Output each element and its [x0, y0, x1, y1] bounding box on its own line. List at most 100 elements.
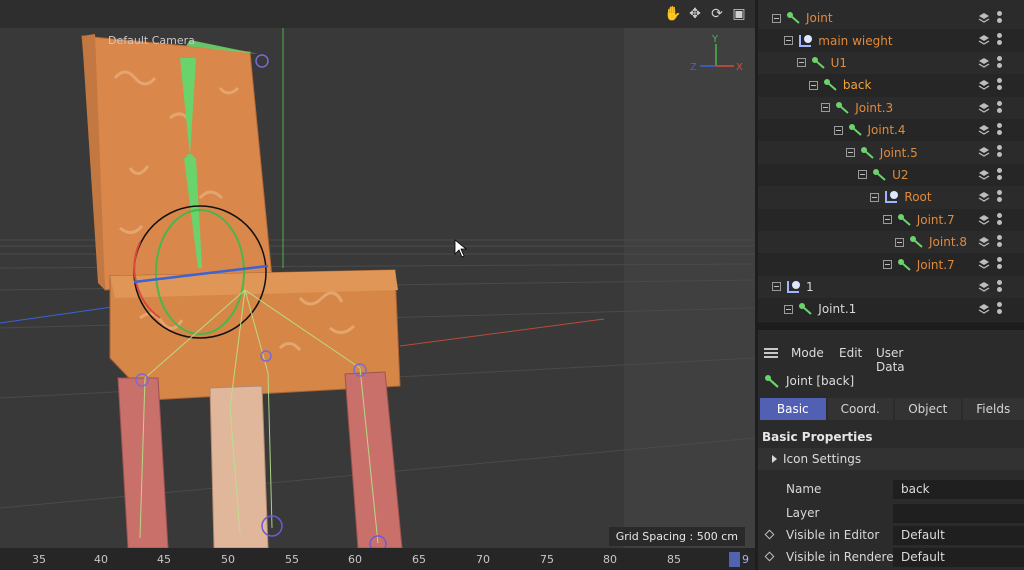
layer-stack-icon[interactable] — [978, 79, 990, 91]
joint-icon — [799, 303, 812, 316]
tree-row[interactable]: Joint — [758, 7, 1024, 29]
object-manager[interactable]: Joint main wieght U1 back Joint.3 Joint.4 Join… — [758, 0, 1024, 322]
collapse-toggle-icon[interactable] — [870, 192, 880, 202]
layer-stack-icon[interactable] — [978, 102, 990, 114]
hand-pan-icon[interactable]: ✋ — [664, 6, 681, 22]
collapse-toggle-icon[interactable] — [833, 125, 843, 135]
layer-stack-icon[interactable] — [978, 34, 990, 46]
layer-stack-icon[interactable] — [978, 303, 990, 315]
tree-item-label: back — [842, 78, 872, 93]
menu-user-data[interactable]: User Data — [876, 346, 905, 374]
visibility-dots-icon[interactable] — [996, 11, 1003, 25]
tab-basic[interactable]: Basic — [760, 398, 826, 420]
menu-edit[interactable]: Edit — [839, 346, 862, 360]
visibility-dots-icon[interactable] — [996, 257, 1003, 271]
world-x-axis — [399, 318, 605, 347]
menu-mode[interactable]: Mode — [791, 346, 824, 360]
tree-row[interactable]: Joint.5 — [758, 141, 1024, 163]
visibility-dots-icon[interactable] — [996, 145, 1003, 159]
visibility-dots-icon[interactable] — [996, 302, 1003, 316]
tree-node: main wieght — [784, 30, 893, 52]
tab-object[interactable]: Object — [895, 398, 961, 420]
layer-stack-icon[interactable] — [978, 191, 990, 203]
collapse-toggle-icon[interactable] — [821, 103, 831, 113]
layer-stack-icon[interactable] — [978, 12, 990, 24]
layer-stack-icon[interactable] — [978, 57, 990, 69]
visible-renderer-select[interactable]: Default — [893, 547, 1024, 567]
hamburger-menu-icon[interactable] — [764, 348, 778, 358]
visibility-dots-icon[interactable] — [996, 33, 1003, 47]
collapse-toggle-icon[interactable] — [784, 304, 794, 314]
visibility-dots-icon[interactable] — [996, 78, 1003, 92]
expand-triangle-icon[interactable] — [772, 455, 777, 463]
tree-row[interactable]: Joint.4 — [758, 119, 1024, 142]
layer-stack-icon[interactable] — [978, 146, 990, 158]
timeline-ruler[interactable]: 35 40 45 50 55 60 65 70 75 80 85 9 — [0, 548, 755, 570]
tab-coord[interactable]: Coord. — [827, 398, 893, 420]
visibility-dots-icon[interactable] — [996, 55, 1003, 70]
tree-node: Root — [870, 186, 932, 208]
timeline-tick: 60 — [348, 553, 362, 566]
collapse-toggle-icon[interactable] — [772, 13, 781, 23]
layer-stack-icon[interactable] — [978, 258, 990, 270]
tree-row[interactable]: Joint.7 — [758, 253, 1024, 276]
tree-row[interactable]: Joint.1 — [758, 298, 1024, 321]
joint-icon — [860, 146, 874, 159]
collapse-toggle-icon[interactable] — [882, 215, 892, 225]
tree-node: Joint.4 — [833, 119, 905, 141]
current-frame-marker[interactable] — [729, 552, 740, 567]
visibility-dots-icon[interactable] — [996, 123, 1003, 137]
tab-fields[interactable]: Fields — [962, 398, 1024, 420]
collapse-toggle-icon[interactable] — [772, 282, 781, 292]
keyframe-diamond-icon[interactable] — [764, 529, 775, 540]
tree-node: Joint.7 — [882, 254, 955, 276]
collapse-toggle-icon[interactable] — [858, 170, 868, 180]
tree-row[interactable]: back — [758, 74, 1024, 97]
tree-row[interactable]: main wieght — [758, 29, 1024, 52]
layer-stack-icon[interactable] — [978, 169, 990, 181]
scene-canvas[interactable]: Y X Z — [0, 28, 755, 548]
visibility-dots-icon[interactable] — [996, 235, 1003, 249]
collapse-toggle-icon[interactable] — [808, 80, 818, 90]
collapse-toggle-icon[interactable] — [796, 58, 806, 68]
panel-divider[interactable] — [758, 326, 1024, 330]
viewport-3d[interactable]: ✋ ✥ ⟳ ▣ Y X Z Default Camera Grid Spacin… — [0, 0, 755, 548]
collapse-toggle-icon[interactable] — [882, 260, 892, 270]
collapse-toggle-icon[interactable] — [784, 36, 794, 46]
visibility-dots-icon[interactable] — [996, 190, 1003, 204]
tree-row[interactable]: Joint.3 — [758, 97, 1024, 119]
layer-field[interactable] — [893, 503, 1024, 523]
null-icon — [787, 280, 800, 293]
tree-item-label: Joint.7 — [916, 257, 955, 272]
tree-row[interactable]: 1 — [758, 276, 1024, 298]
tree-item-label: U1 — [830, 55, 848, 70]
visibility-dots-icon[interactable] — [996, 279, 1003, 294]
visible-editor-select[interactable]: Default — [893, 525, 1024, 545]
tree-row[interactable]: Root — [758, 186, 1024, 208]
visibility-dots-icon[interactable] — [996, 212, 1003, 227]
visibility-dots-icon[interactable] — [996, 167, 1003, 182]
layer-stack-icon[interactable] — [978, 124, 990, 136]
camera-label[interactable]: Default Camera — [108, 34, 195, 47]
move-arrows-icon[interactable]: ✥ — [687, 6, 703, 22]
tree-row[interactable]: U2 — [758, 163, 1024, 187]
layer-stack-icon[interactable] — [978, 236, 990, 248]
rotate-icon[interactable]: ⟳ — [709, 6, 725, 22]
name-field[interactable]: back — [893, 479, 1024, 499]
layer-stack-icon[interactable] — [978, 281, 990, 293]
collapse-toggle-icon[interactable] — [895, 237, 904, 247]
prop-visible-editor: Visible in Editor Default — [758, 524, 1024, 546]
visibility-dots-icon[interactable] — [996, 100, 1003, 115]
collapse-toggle-icon[interactable] — [845, 148, 855, 158]
tree-row[interactable]: Joint.8 — [758, 231, 1024, 253]
icon-settings-group[interactable]: Icon Settings — [758, 448, 1024, 470]
tree-item-label: U2 — [892, 167, 909, 182]
timeline-tick: 45 — [157, 553, 171, 566]
timeline-tick: 80 — [603, 553, 617, 566]
keyframe-diamond-icon[interactable] — [764, 551, 775, 562]
layer-stack-icon[interactable] — [978, 214, 990, 226]
tree-row[interactable]: U1 — [758, 52, 1024, 74]
chair-backrest — [81, 34, 273, 291]
tree-row[interactable]: Joint.7 — [758, 208, 1024, 231]
maximize-icon[interactable]: ▣ — [731, 6, 747, 22]
